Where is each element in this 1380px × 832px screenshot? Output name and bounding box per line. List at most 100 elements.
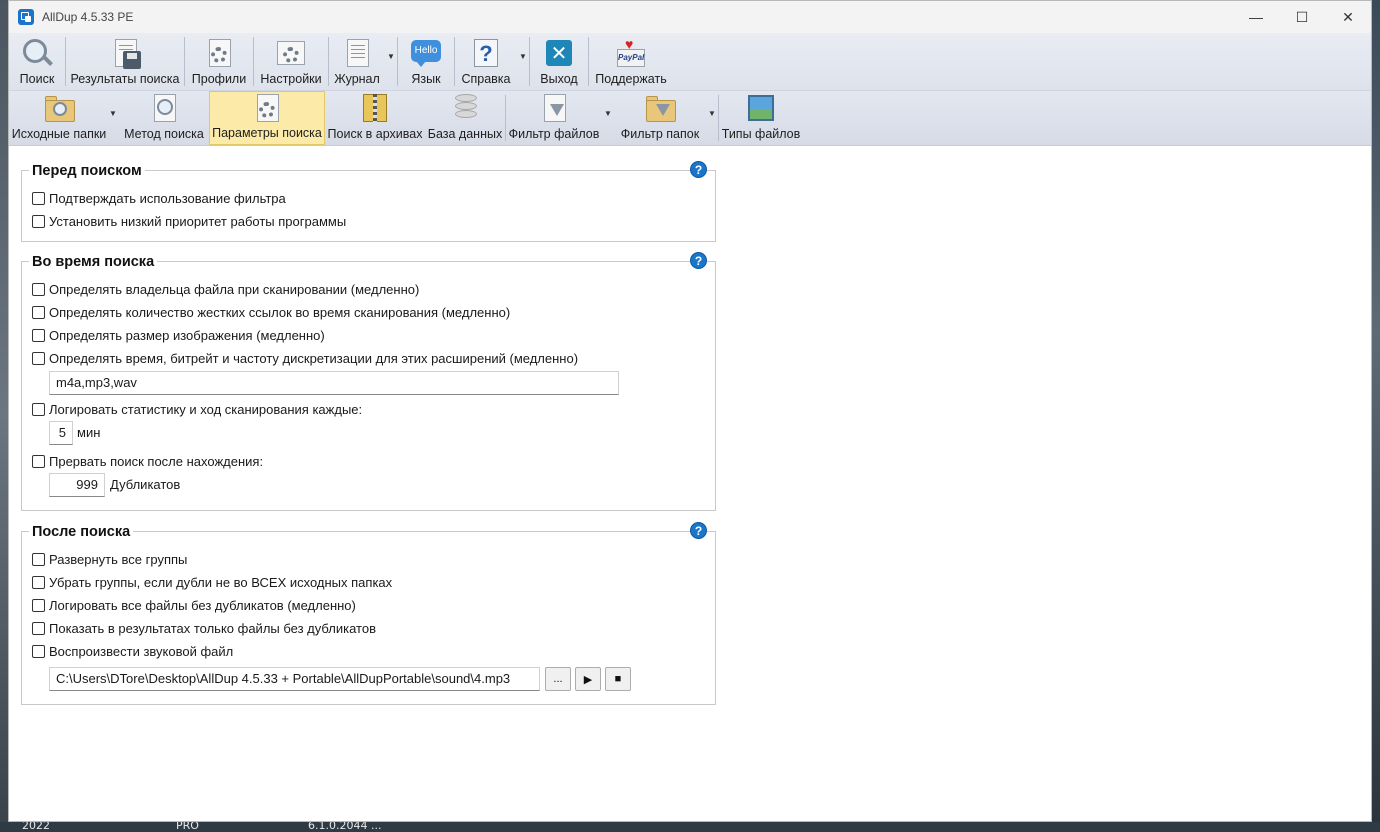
hardlinks-option[interactable]: Определять количество жестких ссылок во …	[32, 303, 510, 321]
file-types-tab[interactable]: Типы файлов	[719, 91, 803, 145]
audio-info-option[interactable]: Определять время, битрейт и частоту диск…	[32, 349, 578, 367]
file-funnel-icon	[538, 92, 570, 124]
expand-groups-option[interactable]: Развернуть все группы	[32, 550, 187, 568]
show-no-dups-label: Показать в результатах только файлы без …	[49, 620, 376, 636]
close-button[interactable]: ✕	[1325, 1, 1371, 33]
results-button[interactable]: Результаты поиска	[66, 33, 184, 90]
checkbox[interactable]	[32, 305, 45, 319]
search-params-icon	[251, 92, 283, 123]
language-button-label: Язык	[411, 72, 441, 86]
checkbox[interactable]	[32, 402, 45, 416]
journal-button[interactable]: Журнал	[329, 33, 385, 90]
folder-search-icon	[43, 92, 75, 124]
main-toolbar: Поиск Результаты поиска Профили Настройк…	[9, 33, 1371, 91]
image-size-option[interactable]: Определять размер изображения (медленно)	[32, 326, 325, 344]
source-folders-dropdown-arrow-icon[interactable]: ▼	[107, 91, 119, 145]
search-params-panel: Перед поиском ? Подтверждать использован…	[9, 146, 1371, 821]
hello-bubble-icon: Hello	[410, 37, 442, 69]
language-button[interactable]: Hello Язык	[398, 33, 454, 90]
play-icon[interactable]: ▶	[575, 667, 601, 691]
help-circle-icon[interactable]: ?	[690, 522, 707, 539]
low-priority-option[interactable]: Установить низкий приоритет работы прогр…	[32, 212, 346, 230]
search-params-label: Параметры поиска	[212, 126, 322, 140]
confirm-filter-label: Подтверждать использование фильтра	[49, 190, 286, 206]
stop-count-field[interactable]: 999	[49, 473, 105, 497]
extensions-field[interactable]: m4a,mp3,wav	[49, 371, 619, 395]
stop-icon[interactable]: ■	[605, 667, 631, 691]
file-filter-tab[interactable]: Фильтр файлов	[506, 91, 602, 145]
options-toolbar: Исходные папки ▼ Метод поиска Параметры …	[9, 91, 1371, 146]
source-folders-label: Исходные папки	[11, 127, 107, 141]
stop-after-label: Прервать поиск после нахождения:	[49, 453, 264, 469]
search-method-tab[interactable]: Метод поиска	[119, 91, 209, 145]
search-button[interactable]: Поиск	[9, 33, 65, 90]
help-dropdown-arrow-icon[interactable]: ▼	[517, 33, 529, 90]
exit-button[interactable]: ✕ Выход	[530, 33, 588, 90]
support-button-label: Поддержать	[595, 72, 667, 86]
window-title: AllDup 4.5.33 PE	[42, 10, 134, 24]
stop-after-option[interactable]: Прервать поиск после нахождения:	[32, 452, 263, 470]
database-tab[interactable]: База данных	[425, 91, 505, 145]
file-filter-label: Фильтр файлов	[508, 127, 600, 141]
sound-path-field[interactable]: C:\Users\DTore\Desktop\AllDup 4.5.33 + P…	[49, 667, 540, 691]
profiles-button[interactable]: Профили	[185, 33, 253, 90]
browse-button[interactable]: ...	[545, 667, 571, 691]
hardlinks-label: Определять количество жестких ссылок во …	[49, 304, 511, 320]
play-sound-label: Воспроизвести звуковой файл	[49, 643, 234, 659]
search-button-label: Поиск	[19, 72, 55, 86]
maximize-button[interactable]: ☐	[1279, 1, 1325, 33]
help-circle-icon[interactable]: ?	[690, 161, 707, 178]
search-archives-tab[interactable]: Поиск в архивах	[325, 91, 425, 145]
checkbox[interactable]	[32, 282, 45, 296]
checkbox[interactable]	[32, 575, 45, 589]
journal-log-icon	[341, 37, 373, 69]
settings-button-label: Настройки	[260, 72, 322, 86]
search-params-tab[interactable]: Параметры поиска	[209, 91, 325, 145]
before-search-group: Перед поиском ? Подтверждать использован…	[21, 161, 716, 242]
help-button[interactable]: ? Справка	[455, 33, 517, 90]
help-button-label: Справка	[461, 72, 511, 86]
app-window: AllDup 4.5.33 PE — ☐ ✕ Поиск Результаты …	[8, 0, 1372, 822]
checkbox[interactable]	[32, 552, 45, 566]
confirm-filter-option[interactable]: Подтверждать использование фильтра	[32, 189, 286, 207]
log-no-dups-label: Логировать все файлы без дубликатов (мед…	[49, 597, 356, 613]
results-button-label: Результаты поиска	[70, 72, 180, 86]
settings-gear-icon	[275, 37, 307, 69]
checkbox[interactable]	[32, 454, 45, 468]
file-filter-dropdown-arrow-icon[interactable]: ▼	[602, 91, 614, 145]
remove-groups-option[interactable]: Убрать группы, если дубли не во ВСЕХ исх…	[32, 573, 392, 591]
checkbox[interactable]	[32, 644, 45, 658]
title-bar[interactable]: AllDup 4.5.33 PE — ☐ ✕	[9, 1, 1371, 33]
audio-info-label: Определять время, битрейт и частоту диск…	[49, 350, 579, 366]
low-priority-label: Установить низкий приоритет работы прогр…	[49, 213, 347, 229]
before-search-title: Перед поиском	[29, 162, 145, 180]
owner-option[interactable]: Определять владельца файла при сканирова…	[32, 280, 419, 298]
checkbox[interactable]	[32, 621, 45, 635]
play-sound-option[interactable]: Воспроизвести звуковой файл	[32, 642, 233, 660]
profiles-button-label: Профили	[191, 72, 247, 86]
support-button[interactable]: PayPal ♥ Поддержать	[589, 33, 673, 90]
checkbox[interactable]	[32, 598, 45, 612]
log-interval-field[interactable]: 5	[49, 421, 73, 445]
show-no-dups-option[interactable]: Показать в результатах только файлы без …	[32, 619, 376, 637]
checkbox[interactable]	[32, 214, 45, 228]
folder-filter-tab[interactable]: Фильтр папок	[614, 91, 706, 145]
desktop-taskbar-strip	[0, 822, 1380, 832]
minimize-button[interactable]: —	[1233, 1, 1279, 33]
checkbox[interactable]	[32, 191, 45, 205]
log-no-dups-option[interactable]: Логировать все файлы без дубликатов (мед…	[32, 596, 356, 614]
source-folders-tab[interactable]: Исходные папки	[9, 91, 107, 145]
log-stats-label: Логировать статистику и ход сканирования…	[49, 401, 363, 417]
help-circle-icon[interactable]: ?	[690, 252, 707, 269]
checkbox[interactable]	[32, 328, 45, 342]
checkbox[interactable]	[32, 351, 45, 365]
help-question-icon: ?	[470, 37, 502, 69]
profiles-icon	[203, 37, 235, 69]
journal-dropdown-arrow-icon[interactable]: ▼	[385, 33, 397, 90]
settings-button[interactable]: Настройки	[254, 33, 328, 90]
folder-filter-dropdown-arrow-icon[interactable]: ▼	[706, 91, 718, 145]
log-stats-option[interactable]: Логировать статистику и ход сканирования…	[32, 400, 362, 418]
desktop-background	[0, 0, 8, 832]
expand-groups-label: Развернуть все группы	[49, 551, 188, 567]
paypal-heart-icon: PayPal ♥	[615, 37, 647, 69]
